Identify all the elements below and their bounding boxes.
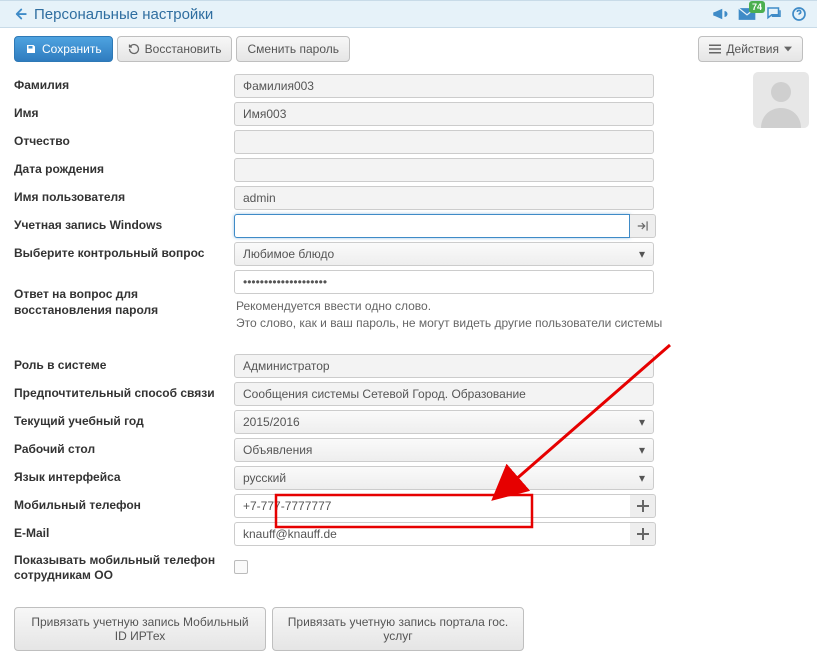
link-mobile-id-button[interactable]: Привязать учетную запись Мобильный ID ИР… [14, 607, 266, 651]
chat-icon[interactable] [765, 5, 783, 23]
field-username[interactable]: admin [234, 186, 654, 210]
announcement-icon[interactable] [711, 5, 729, 23]
plus-icon [637, 500, 649, 512]
refresh-icon [128, 43, 140, 55]
label-desktop: Рабочий стол [14, 436, 234, 464]
select-school-year[interactable]: 2015/2016 ▾ [234, 410, 654, 434]
select-ui-language[interactable]: русский ▾ [234, 466, 654, 490]
avatar[interactable] [753, 72, 809, 128]
field-windows-account[interactable] [234, 214, 630, 238]
page-title: Персональные настройки [34, 6, 213, 23]
main-form: Фамилия Фамилия003 Имя Имя003 Отчество Д… [0, 68, 817, 671]
field-firstname[interactable]: Имя003 [234, 102, 654, 126]
link-gosuslugi-button[interactable]: Привязать учетную запись портала гос. ус… [272, 607, 524, 651]
label-patronymic: Отчество [14, 128, 234, 156]
label-role: Роль в системе [14, 352, 234, 380]
chevron-down-icon: ▾ [639, 443, 645, 457]
label-security-answer: Ответ на вопрос для восстановления парол… [14, 268, 234, 338]
actions-dropdown[interactable]: Действия [698, 36, 803, 62]
login-icon [636, 219, 650, 233]
label-ui-language: Язык интерфейса [14, 464, 234, 492]
select-desktop[interactable]: Объявления ▾ [234, 438, 654, 462]
page-header: Персональные настройки 74 [0, 0, 817, 28]
label-security-question: Выберите контрольный вопрос [14, 240, 234, 268]
checkbox-show-mobile[interactable] [234, 560, 248, 574]
chevron-down-icon: ▾ [639, 471, 645, 485]
chevron-down-icon: ▾ [639, 247, 645, 261]
label-show-mobile: Показывать мобильный телефон сотрудникам… [14, 548, 234, 589]
label-school-year: Текущий учебный год [14, 408, 234, 436]
label-firstname: Имя [14, 100, 234, 128]
bottom-buttons: Привязать учетную запись Мобильный ID ИР… [14, 607, 803, 651]
field-contact-method[interactable]: Сообщения системы Сетевой Город. Образов… [234, 382, 654, 406]
save-icon [25, 43, 37, 55]
select-security-question[interactable]: Любимое блюдо ▾ [234, 242, 654, 266]
label-contact-method: Предпочтительный способ связи [14, 380, 234, 408]
label-birthdate: Дата рождения [14, 156, 234, 184]
change-password-button[interactable]: Сменить пароль [236, 36, 350, 62]
label-email: E-Mail [14, 520, 234, 548]
email-addon-button[interactable] [630, 522, 656, 546]
login-addon-button[interactable] [630, 214, 656, 238]
field-email[interactable]: knauff@knauff.de [234, 522, 630, 546]
label-username: Имя пользователя [14, 184, 234, 212]
field-lastname[interactable]: Фамилия003 [234, 74, 654, 98]
hint-security-answer: Рекомендуется ввести одно слово. Это сло… [234, 294, 674, 336]
toolbar: Сохранить Восстановить Сменить пароль Де… [0, 28, 817, 68]
chevron-down-icon [784, 45, 792, 53]
label-mobile: Мобильный телефон [14, 492, 234, 520]
label-windows-account: Учетная запись Windows [14, 212, 234, 240]
mail-icon[interactable]: 74 [737, 6, 757, 22]
field-patronymic[interactable] [234, 130, 654, 154]
help-icon[interactable] [791, 6, 807, 22]
field-mobile[interactable]: +7-777-7777777 [234, 494, 630, 518]
field-birthdate[interactable] [234, 158, 654, 182]
field-role: Администратор [234, 354, 654, 378]
menu-icon [709, 44, 721, 54]
back-arrow-icon[interactable] [10, 5, 28, 23]
field-security-answer[interactable]: •••••••••••••••••••• [234, 270, 654, 294]
mobile-addon-button[interactable] [630, 494, 656, 518]
save-button[interactable]: Сохранить [14, 36, 113, 62]
mail-badge: 74 [749, 1, 765, 13]
restore-button[interactable]: Восстановить [117, 36, 233, 62]
chevron-down-icon: ▾ [639, 415, 645, 429]
plus-icon [637, 528, 649, 540]
label-lastname: Фамилия [14, 72, 234, 100]
